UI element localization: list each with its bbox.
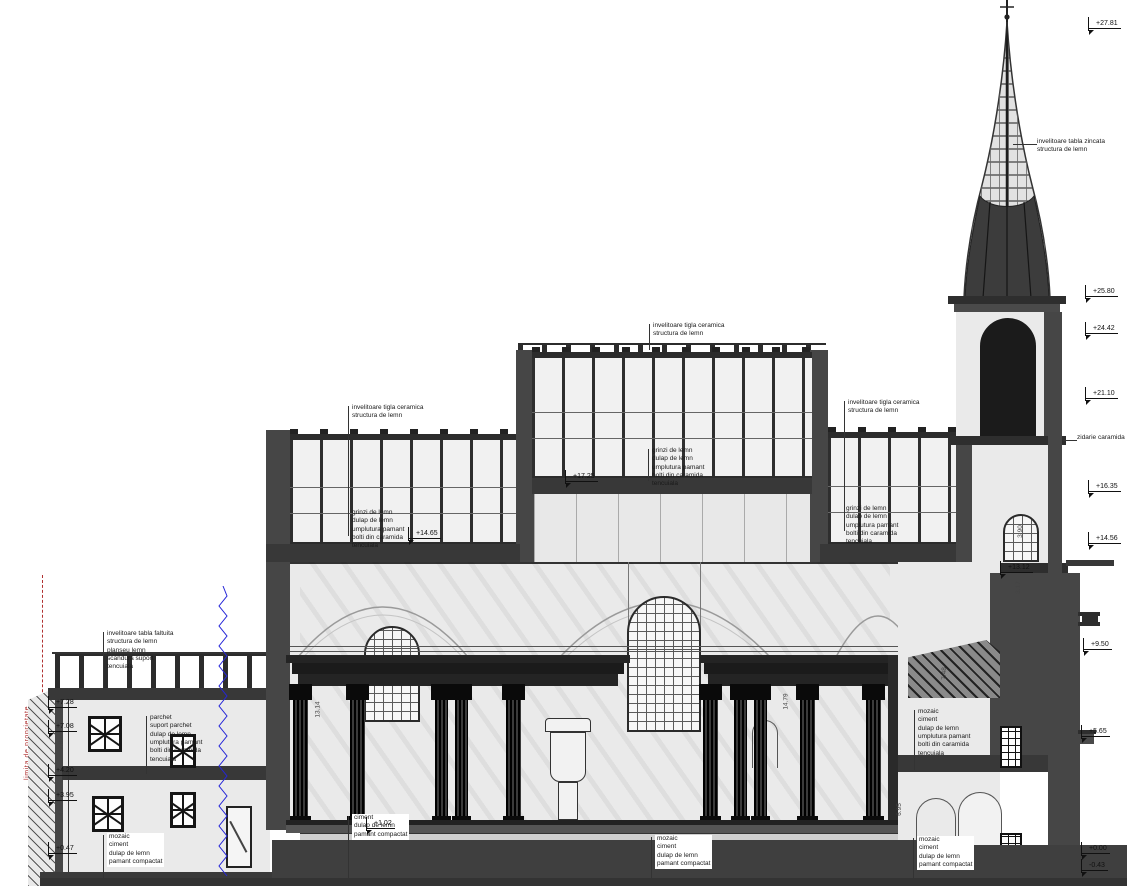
level-value: +5.65: [1081, 728, 1110, 737]
label-mozaic-left-bottom-leader: [103, 835, 104, 883]
label-mozaic-right-bottom-leader: [913, 838, 914, 883]
label-tabla-zincata-leader: [1013, 144, 1037, 145]
level-value: +4.20: [48, 767, 77, 776]
label-ciment-entry-leader: [348, 816, 349, 882]
dim-6.95: 6.95: [896, 803, 903, 816]
level-0-00: +0.00: [1081, 845, 1110, 854]
label-mozaic-center-bottom: mozaic ciment dulap de lemn pamant compa…: [655, 835, 712, 869]
label-grinzi-center-leader: [648, 449, 649, 481]
level-value: +1.02: [366, 820, 395, 829]
annotation-layer: invelitoare tabla zincata structura de l…: [0, 0, 1127, 886]
level-25-80: +25.80: [1085, 288, 1118, 297]
label-tabla-faltuita: invelitoare tabla faltuita structura de …: [107, 630, 174, 672]
label-tigla-right-leader: [844, 401, 845, 531]
level-value: +17.25: [565, 473, 598, 482]
label-tabla-faltuita-leader: [103, 632, 104, 690]
level-27-81: +27.81: [1088, 20, 1121, 29]
level-value: +0.47: [48, 845, 77, 854]
level-21-10: +21.10: [1085, 390, 1118, 399]
dim-3.17: 3.17: [1015, 581, 1022, 594]
level-value: +7.08: [48, 723, 77, 732]
level-14-56: +14.56: [1088, 535, 1121, 544]
level-value: +14.56: [1088, 535, 1121, 544]
level-value: +27.81: [1088, 20, 1121, 29]
dim-14.79: 14.79: [783, 693, 790, 709]
label-tigla-center-leader: [649, 324, 650, 350]
dim-3.90: 3.90: [1017, 525, 1024, 538]
level-value: +3.95: [48, 792, 77, 801]
label-mozaic-mid-leader: [914, 710, 915, 770]
label-parchet-leader: [146, 716, 147, 774]
level-value: +24.42: [1085, 325, 1118, 334]
label-tigla-left-leader: [348, 406, 349, 536]
label-tigla-left: invelitoare tigla ceramica structura de …: [352, 404, 424, 421]
level-16-35: +16.35: [1088, 483, 1121, 492]
label-mozaic-right-bottom: mozaic ciment dulap de lemn pamant compa…: [917, 836, 974, 870]
level-7-28: +7.28: [48, 699, 77, 708]
level-9-50: +9.50: [1083, 641, 1112, 650]
dim-7.48: 7.48: [941, 667, 948, 680]
level-1-02: +1.02: [366, 820, 395, 829]
label-tigla-center: invelitoare tigla ceramica structura de …: [653, 322, 725, 339]
level-0-47: +0.47: [48, 845, 77, 854]
level-value: +13.12: [1000, 564, 1033, 573]
level-value: +21.10: [1085, 390, 1118, 399]
label-tigla-right: invelitoare tigla ceramica structura de …: [848, 399, 920, 416]
level-m0-43: -0.43: [1081, 862, 1108, 871]
level-3-95: +3.95: [48, 792, 77, 801]
level-17-25: +17.25: [565, 473, 598, 482]
level-value: -0.43: [1081, 862, 1108, 871]
label-parchet: parchet suport parchet dulap de lemn ump…: [150, 714, 202, 764]
label-tabla-zincata: invelitoare tabla zincata structura de l…: [1037, 138, 1105, 155]
level-13-12: +13.12: [1000, 564, 1033, 573]
label-zidarie-caramida-leader: [1063, 440, 1077, 441]
level-value: +14.65: [408, 530, 441, 539]
label-mozaic-left-bottom: mozaic ciment dulap de lemn pamant compa…: [107, 833, 164, 867]
level-value: +7.28: [48, 699, 77, 708]
level-14-65: +14.65: [408, 530, 441, 539]
section-drawing-sheet: limita de proprietate: [0, 0, 1127, 886]
label-mozaic-center-bottom-leader: [651, 837, 652, 885]
label-grinzi-right: grinzi de lemn dulap de lemn umplutura p…: [846, 505, 898, 547]
level-value: +16.35: [1088, 483, 1121, 492]
level-value: +25.80: [1085, 288, 1118, 297]
level-24-42: +24.42: [1085, 325, 1118, 334]
dim-13.14: 13.14: [315, 701, 322, 717]
label-mozaic-mid: mozaic ciment dulap de lemn umplutura pa…: [918, 708, 970, 758]
label-grinzi-left: grinzi de lemn dulap de lemn umplutura p…: [352, 509, 404, 551]
level-value: +9.50: [1083, 641, 1112, 650]
dim-3.47: 3.47: [58, 809, 65, 822]
label-grinzi-center: grinzi de lemn dulap de lemn umplutura p…: [652, 447, 704, 489]
dim-2.80: 2.80: [58, 737, 65, 750]
label-zidarie-caramida: zidarie caramida: [1077, 434, 1125, 442]
level-4-20: +4.20: [48, 767, 77, 776]
level-value: +0.00: [1081, 845, 1110, 854]
level-5-65: +5.65: [1081, 728, 1110, 737]
level-7-08: +7.08: [48, 723, 77, 732]
